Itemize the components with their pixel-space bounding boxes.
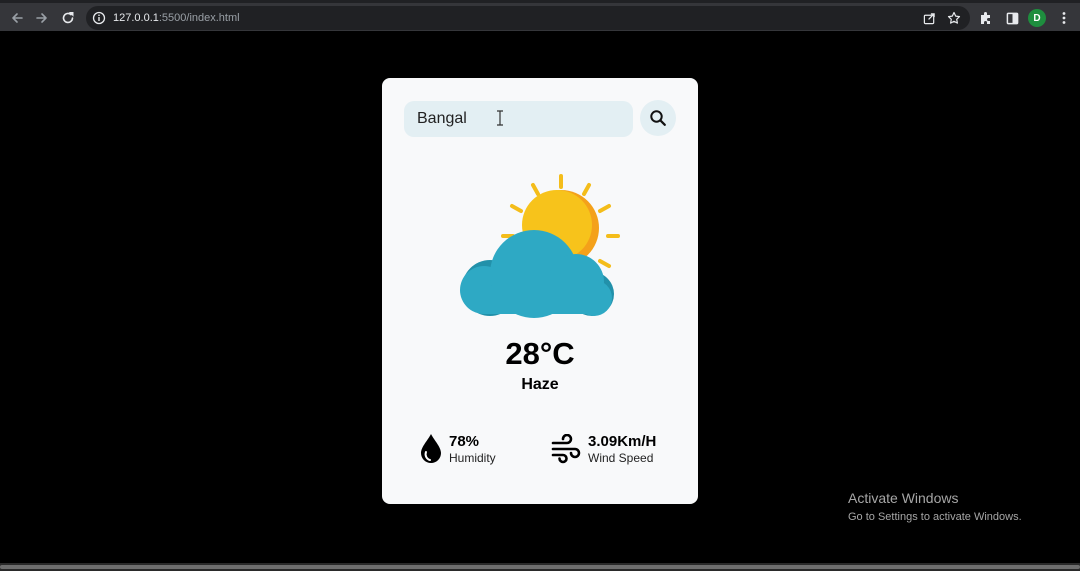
forward-button[interactable]: [31, 7, 53, 29]
share-button[interactable]: [920, 10, 938, 26]
url-text: 127.0.0.1:5500/index.html: [113, 11, 240, 25]
search-button[interactable]: [640, 100, 676, 136]
profile-avatar[interactable]: D: [1028, 9, 1046, 27]
url-path: :5500/index.html: [158, 12, 240, 24]
share-icon: [923, 12, 935, 24]
puzzle-icon: [981, 12, 990, 24]
watermark-title: Activate Windows: [848, 490, 959, 506]
arrow-right-icon: [36, 13, 47, 23]
wind-speed-value: 3.09Km/H: [588, 433, 657, 450]
humidity-value: 78%: [449, 433, 480, 450]
watermark-subtitle: Go to Settings to activate Windows.: [848, 511, 1022, 523]
wind-speed-label: Wind Speed: [588, 451, 654, 465]
browser-toolbar: 127.0.0.1:5500/index.html D: [0, 0, 1080, 31]
bookmark-button[interactable]: [945, 10, 963, 26]
back-button[interactable]: [6, 7, 28, 29]
scrollbar-thumb[interactable]: [0, 565, 1080, 569]
side-panel-button[interactable]: [1003, 9, 1021, 27]
weather-condition: Haze: [521, 376, 559, 393]
search-icon: [650, 110, 666, 126]
wind-icon: [551, 434, 581, 464]
menu-button[interactable]: [1055, 9, 1073, 27]
sun-behind-cloud-icon: [460, 174, 620, 318]
reload-icon: [62, 12, 74, 24]
horizontal-scrollbar[interactable]: [0, 563, 1080, 571]
extensions-button[interactable]: [977, 9, 995, 27]
info-icon[interactable]: [92, 11, 106, 25]
water-drop-icon: [421, 434, 441, 463]
address-bar[interactable]: 127.0.0.1:5500/index.html: [86, 6, 970, 30]
weather-card: 28°C Haze 78% Humidity 3.09Km/H Wind Spe…: [382, 78, 698, 504]
kebab-menu-icon: [1062, 12, 1066, 24]
humidity-label: Humidity: [449, 451, 496, 465]
text-cursor-icon: [497, 110, 503, 126]
side-panel-icon: [1006, 12, 1018, 24]
reload-button[interactable]: [57, 7, 79, 29]
city-search-input[interactable]: [404, 101, 633, 137]
star-icon: [947, 11, 961, 24]
url-host: 127.0.0.1: [113, 12, 159, 24]
arrow-left-icon: [12, 13, 23, 23]
temperature-value: 28°C: [505, 336, 575, 371]
windows-activation-watermark: Activate Windows Go to Settings to activ…: [848, 490, 1022, 524]
